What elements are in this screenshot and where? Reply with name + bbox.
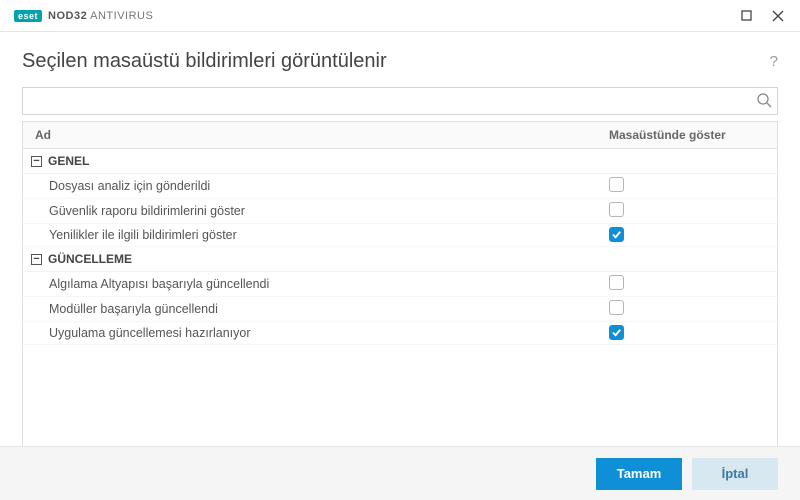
help-icon[interactable]: ? (770, 53, 778, 70)
show-checkbox[interactable] (609, 227, 624, 242)
titlebar: eset NOD32 ANTIVIRUS (0, 0, 800, 32)
group-label: GÜNCELLEME (48, 252, 132, 266)
window-controls (732, 4, 792, 28)
titlebar-brand: eset NOD32 ANTIVIRUS (14, 10, 153, 22)
brand-logo: eset (14, 10, 42, 22)
product-name-rest: ANTIVIRUS (90, 10, 153, 22)
show-checkbox[interactable] (609, 325, 624, 340)
item-row: Güvenlik raporu bildirimlerini göster (23, 199, 777, 224)
search-input[interactable] (22, 87, 778, 115)
page-header: Seçilen masaüstü bildirimleri görüntülen… (22, 50, 778, 73)
item-checkbox-cell (597, 199, 777, 223)
content: Seçilen masaüstü bildirimleri görüntülen… (0, 32, 800, 452)
close-button[interactable] (764, 4, 792, 28)
footer: Tamam İptal (0, 446, 800, 500)
item-row: Modüller başarıyla güncellendi (23, 297, 777, 322)
product-name: NOD32 ANTIVIRUS (48, 10, 153, 22)
item-checkbox-cell (597, 272, 777, 296)
item-checkbox-cell (597, 297, 777, 321)
search-icon[interactable] (756, 92, 772, 111)
item-checkbox-cell (597, 224, 777, 246)
close-icon (772, 10, 784, 22)
collapse-icon[interactable]: − (31, 254, 42, 265)
item-label: Uygulama güncellemesi hazırlanıyor (23, 322, 597, 344)
table-body: −GENELDosyası analiz için gönderildiGüve… (23, 149, 777, 451)
item-row: Dosyası analiz için gönderildi (23, 174, 777, 199)
group-label: GENEL (48, 154, 89, 168)
item-label: Güvenlik raporu bildirimlerini göster (23, 200, 597, 222)
cancel-button[interactable]: İptal (692, 458, 778, 490)
item-checkbox-cell (597, 322, 777, 344)
item-label: Modüller başarıyla güncellendi (23, 298, 597, 320)
square-icon (741, 10, 752, 21)
search-wrap (22, 87, 778, 115)
ok-button[interactable]: Tamam (596, 458, 682, 490)
column-name-header[interactable]: Ad (23, 122, 597, 148)
maximize-button[interactable] (732, 4, 760, 28)
item-label: Yenilikler ile ilgili bildirimleri göste… (23, 224, 597, 246)
item-row: Uygulama güncellemesi hazırlanıyor (23, 322, 777, 345)
item-label: Dosyası analiz için gönderildi (23, 175, 597, 197)
group-row[interactable]: −GÜNCELLEME (23, 247, 777, 272)
item-row: Algılama Altyapısı başarıyla güncellendi (23, 272, 777, 297)
group-row[interactable]: −GENEL (23, 149, 777, 174)
table-header: Ad Masaüstünde göster (23, 122, 777, 149)
collapse-icon[interactable]: − (31, 156, 42, 167)
product-name-bold: NOD32 (48, 10, 87, 22)
page-title: Seçilen masaüstü bildirimleri görüntülen… (22, 50, 387, 73)
show-checkbox[interactable] (609, 202, 624, 217)
show-checkbox[interactable] (609, 275, 624, 290)
notifications-table: Ad Masaüstünde göster −GENELDosyası anal… (22, 121, 778, 452)
show-checkbox[interactable] (609, 300, 624, 315)
item-row: Yenilikler ile ilgili bildirimleri göste… (23, 224, 777, 247)
column-show-header[interactable]: Masaüstünde göster (597, 122, 777, 148)
show-checkbox[interactable] (609, 177, 624, 192)
item-label: Algılama Altyapısı başarıyla güncellendi (23, 273, 597, 295)
item-checkbox-cell (597, 174, 777, 198)
